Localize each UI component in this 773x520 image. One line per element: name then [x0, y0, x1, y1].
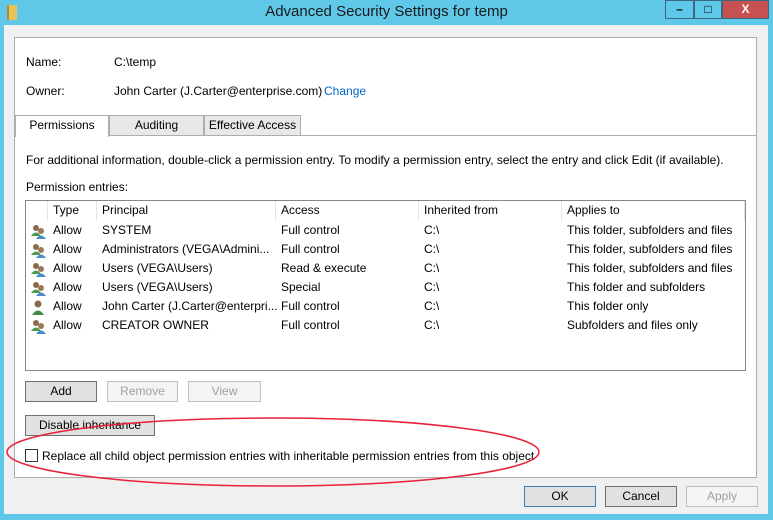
tab-effective-access[interactable]: Effective Access: [204, 115, 301, 136]
tab-divider: [301, 135, 757, 136]
column-header-inherited-from[interactable]: Inherited from: [419, 201, 562, 221]
ok-button[interactable]: OK: [524, 486, 596, 507]
column-header-applies-to[interactable]: Applies to: [562, 201, 745, 221]
cell-principal: SYSTEM: [102, 223, 152, 237]
minimize-button[interactable]: –: [665, 0, 694, 19]
replace-child-permissions-label[interactable]: Replace all child object permission entr…: [42, 449, 534, 463]
cell-type: Allow: [53, 299, 82, 313]
owner-value: John Carter (J.Carter@enterprise.com): [114, 84, 323, 98]
table-row[interactable]: Allow Administrators (VEGA\Admini... Full …: [26, 240, 745, 259]
cell-inherited: C:\: [424, 242, 440, 256]
change-owner-link[interactable]: Change: [324, 84, 366, 98]
cell-inherited: C:\: [424, 223, 440, 237]
owner-label: Owner:: [26, 84, 65, 98]
cell-type: Allow: [53, 261, 82, 275]
user-group-icon: [30, 318, 46, 340]
column-header-principal[interactable]: Principal: [97, 201, 276, 221]
name-value: C:\temp: [114, 55, 157, 69]
cell-applies: Subfolders and files only: [567, 318, 698, 332]
window-title: Advanced Security Settings for temp: [265, 3, 508, 20]
view-button[interactable]: View: [188, 381, 261, 402]
cell-inherited: C:\: [424, 261, 440, 275]
cell-principal: CREATOR OWNER: [102, 318, 209, 332]
cell-type: Allow: [53, 242, 82, 256]
permission-entries-label: Permission entries:: [26, 180, 129, 194]
instructions-text: For additional information, double-click…: [26, 153, 724, 167]
table-row[interactable]: Allow SYSTEM Full control C:\ This folder, s…: [26, 221, 745, 240]
cell-access: Full control: [281, 299, 340, 313]
close-button[interactable]: X: [722, 0, 769, 19]
cell-principal: Administrators (VEGA\Admini...: [102, 242, 270, 256]
cell-access: Read & execute: [281, 261, 367, 275]
cell-access: Full control: [281, 318, 340, 332]
name-label: Name:: [26, 55, 62, 69]
table-row[interactable]: Allow Users (VEGA\Users) Read & execute C:\…: [26, 259, 745, 278]
cell-applies: This folder, subfolders and files: [567, 261, 733, 275]
replace-child-permissions-checkbox[interactable]: [25, 449, 38, 462]
cell-type: Allow: [53, 318, 82, 332]
cell-principal: Users (VEGA\Users): [102, 261, 213, 275]
table-row[interactable]: Allow John Carter (J.Carter@enterpri... Fu…: [26, 297, 745, 316]
cell-type: Allow: [53, 223, 82, 237]
cell-inherited: C:\: [424, 299, 440, 313]
permission-entries-table[interactable]: Type Principal Access Inherited from App…: [25, 200, 746, 371]
cell-inherited: C:\: [424, 280, 440, 294]
column-header-type[interactable]: Type: [48, 201, 97, 221]
cancel-button[interactable]: Cancel: [605, 486, 677, 507]
cell-applies: This folder, subfolders and files: [567, 242, 733, 256]
cell-access: Full control: [281, 242, 340, 256]
cell-applies: This folder and subfolders: [567, 280, 706, 294]
cell-inherited: C:\: [424, 318, 440, 332]
column-header-icon: [26, 201, 48, 221]
table-row[interactable]: Allow Users (VEGA\Users) Special C:\ This fo…: [26, 278, 745, 297]
table-row[interactable]: Allow CREATOR OWNER Full control C:\ Subfold…: [26, 316, 745, 335]
cell-applies: This folder only: [567, 299, 649, 313]
add-button[interactable]: Add: [25, 381, 97, 402]
cell-type: Allow: [53, 280, 82, 294]
tab-permissions[interactable]: Permissions: [15, 115, 109, 137]
cell-principal: Users (VEGA\Users): [102, 280, 213, 294]
tab-auditing[interactable]: Auditing: [109, 115, 204, 136]
cell-access: Full control: [281, 223, 340, 237]
column-header-access[interactable]: Access: [276, 201, 419, 221]
remove-button[interactable]: Remove: [107, 381, 178, 402]
cell-access: Special: [281, 280, 321, 294]
cell-applies: This folder, subfolders and files: [567, 223, 733, 237]
maximize-button[interactable]: □: [694, 0, 722, 19]
apply-button[interactable]: Apply: [686, 486, 758, 507]
disable-inheritance-button[interactable]: Disable inheritance: [25, 415, 155, 436]
cell-principal: John Carter (J.Carter@enterpri...: [102, 299, 278, 313]
